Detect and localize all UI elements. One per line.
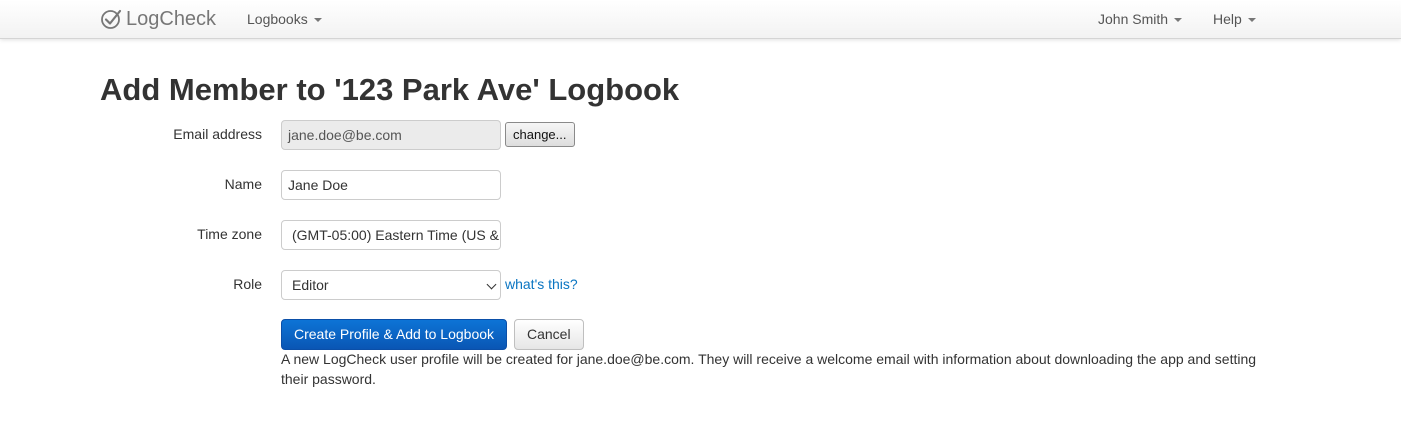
caret-down-icon — [1174, 17, 1183, 22]
check-circle-icon — [100, 8, 122, 30]
logbooks-menu-label: Logbooks — [247, 11, 308, 27]
help-text: A new LogCheck user profile will be crea… — [281, 351, 1257, 387]
chevron-down-icon — [486, 279, 497, 290]
brand-name: LogCheck — [126, 7, 217, 30]
logbooks-menu[interactable]: Logbooks — [247, 0, 322, 38]
change-email-button[interactable]: change... — [505, 122, 575, 147]
caret-down-icon — [313, 17, 322, 22]
top-navbar: LogCheck Logbooks John Smith Help — [0, 0, 1401, 39]
help-menu[interactable]: Help — [1213, 0, 1256, 38]
role-select[interactable]: Editor — [281, 270, 501, 300]
help-menu-label: Help — [1213, 11, 1242, 27]
brand-logo-link[interactable]: LogCheck — [100, 6, 216, 32]
email-field: jane.doe@be.com — [281, 120, 501, 150]
timezone-field[interactable]: (GMT-05:00) Eastern Time (US & — [281, 220, 501, 250]
page-title: Add Member to '123 Park Ave' Logbook — [100, 72, 680, 107]
user-menu[interactable]: John Smith — [1098, 0, 1183, 38]
email-label: Email address — [173, 126, 262, 142]
name-label: Name — [224, 176, 262, 192]
create-profile-button[interactable]: Create Profile & Add to Logbook — [281, 319, 508, 350]
timezone-label: Time zone — [197, 226, 262, 242]
user-menu-label: John Smith — [1098, 11, 1169, 27]
whats-this-link[interactable]: what's this? — [505, 274, 578, 294]
caret-down-icon — [1247, 17, 1256, 22]
role-label: Role — [233, 276, 262, 292]
cancel-button[interactable]: Cancel — [514, 319, 584, 350]
name-field[interactable]: Jane Doe — [281, 170, 501, 200]
role-selected-value: Editor — [292, 277, 329, 293]
